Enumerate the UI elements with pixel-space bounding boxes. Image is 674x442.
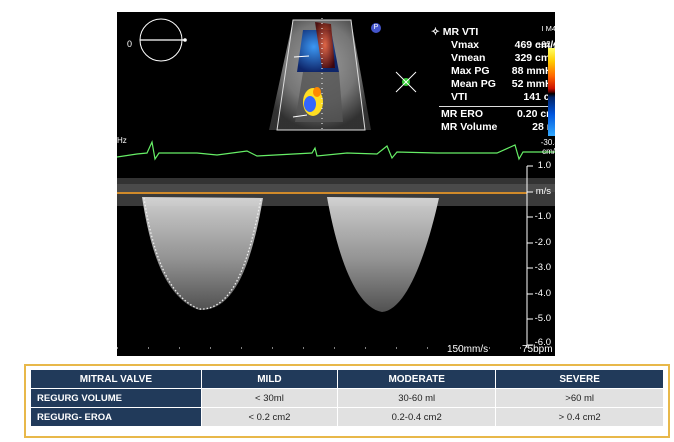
- table-header: SEVERE: [496, 370, 663, 388]
- heart-rate-label: 75bpm: [522, 344, 553, 355]
- colorbar-top-label: I M4: [541, 24, 555, 33]
- sweep-speed-label: 150mm/s: [447, 344, 489, 355]
- probe-orientation-icon: [395, 71, 417, 93]
- velocity-tick-label: 1.0: [537, 160, 551, 171]
- velocity-tick-label: -5.0: [534, 313, 551, 324]
- meas-label: Vmax: [451, 39, 480, 51]
- mitral-regurgitation-severity-table: MITRAL VALVE MILD MODERATE SEVERE REGURG…: [30, 369, 664, 427]
- table-cell: < 0.2 cm2: [201, 408, 338, 426]
- table-cell: < 30ml: [201, 389, 338, 407]
- table-cell: 0.2-0.4 cm2: [338, 408, 496, 426]
- table-row: REGURG- EROA < 0.2 cm2 0.2-0.4 cm2 > 0.4…: [31, 408, 663, 426]
- table-cell: >60 ml: [496, 389, 663, 407]
- table-header-row: MITRAL VALVE MILD MODERATE SEVERE: [31, 370, 663, 388]
- echo-image-panel: 0 P Hz ✧ MR VTI Vmax 469 cm/s Vmean 329 cm…: [117, 12, 555, 356]
- colorbar-min-label: -30.8cm/s: [540, 138, 555, 156]
- color-velocity-bar: [548, 48, 555, 136]
- velocity-tick-label: -1.0: [534, 211, 551, 222]
- measurement-title: ✧ MR VTI: [431, 26, 479, 38]
- table-cell: > 0.4 cm2: [496, 408, 663, 426]
- meas-label: Vmean: [451, 52, 486, 64]
- table-header: MODERATE: [338, 370, 496, 388]
- doppler-envelope-2: [327, 197, 439, 312]
- table-cell: 30-60 ml: [338, 389, 496, 407]
- meas-label: VTI: [451, 91, 468, 103]
- table-row: REGURG VOLUME < 30ml 30-60 ml >60 ml: [31, 389, 663, 407]
- orientation-zero-label: 0: [127, 39, 133, 49]
- velocity-tick-label: -4.0: [534, 288, 551, 299]
- ecg-trace: [117, 139, 555, 161]
- orientation-marker: [139, 18, 187, 62]
- severity-table-panel: MITRAL VALVE MILD MODERATE SEVERE REGURG…: [24, 364, 670, 438]
- doppler-envelope-1: [142, 197, 263, 311]
- velocity-tick-label: m/s: [535, 186, 551, 197]
- probe-badge-icon: P: [371, 23, 381, 33]
- hz-label: Hz: [117, 136, 127, 145]
- velocity-tick-label: -3.0: [534, 262, 551, 273]
- meas-label: MR ERO: [441, 108, 483, 120]
- sector-image: [269, 18, 371, 131]
- meas-label: MR Volume: [441, 121, 498, 133]
- table-header: MILD: [201, 370, 338, 388]
- velocity-tick-label: -2.0: [534, 237, 551, 248]
- meas-label: Mean PG: [451, 78, 496, 90]
- row-header: REGURG VOLUME: [31, 389, 201, 407]
- row-header: REGURG- EROA: [31, 408, 201, 426]
- meas-label: Max PG: [451, 65, 490, 77]
- table-header: MITRAL VALVE: [31, 370, 201, 388]
